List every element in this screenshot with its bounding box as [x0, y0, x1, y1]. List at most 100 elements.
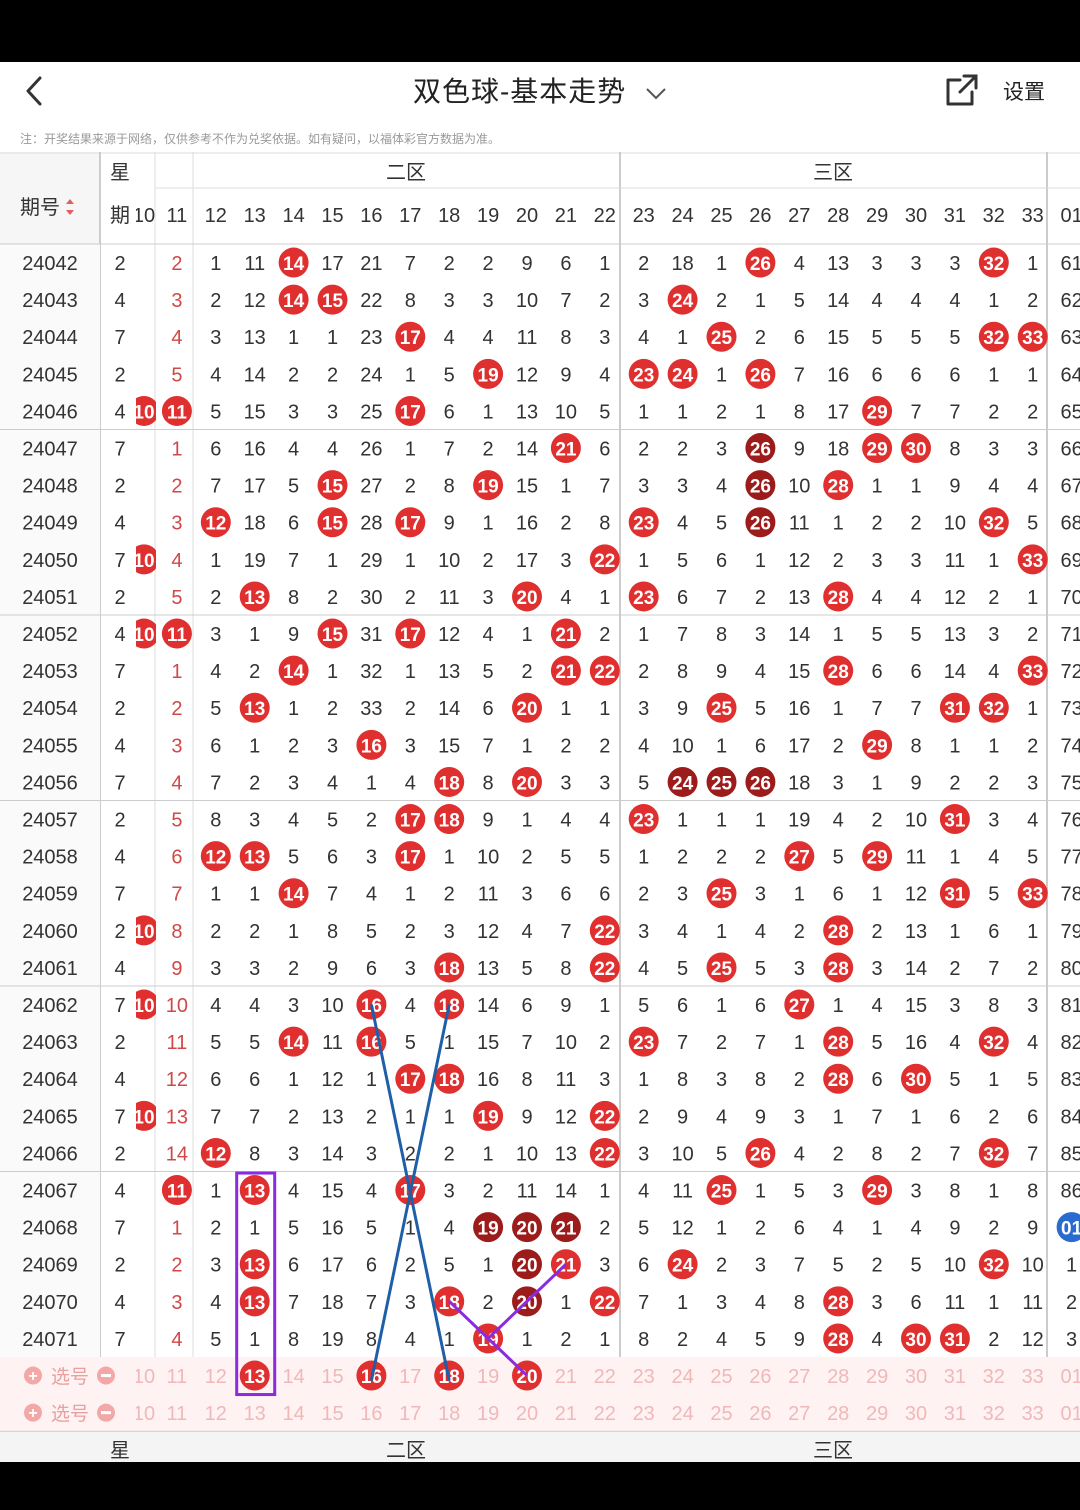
cell-value: 1 — [171, 1218, 182, 1240]
cell-value: 1 — [444, 1106, 455, 1128]
cell-value: 9 — [171, 958, 182, 980]
col-header-11: 11 — [167, 205, 188, 227]
cell-value: 3 — [949, 995, 960, 1017]
cell-value: 1 — [988, 550, 999, 572]
col-header-22: 22 — [594, 205, 616, 227]
cell-value: 5 — [638, 772, 649, 794]
select-option: 25 — [710, 1366, 732, 1388]
cell-value: 6 — [366, 958, 377, 980]
cell-value: 2 — [405, 698, 416, 720]
cell-value: 2 — [988, 1106, 999, 1128]
cell-value: 3 — [599, 327, 610, 349]
select-option: 33 — [1022, 1366, 1044, 1388]
select-option: 32 — [983, 1403, 1005, 1425]
cell-value: 5 — [1027, 847, 1038, 869]
cell-value: 32 — [360, 661, 382, 683]
cell-value: 75 — [1060, 772, 1080, 794]
ball-number: 20 — [516, 699, 537, 720]
ball-number: 24 — [672, 773, 694, 794]
cell-value: 16 — [905, 1032, 927, 1054]
cell-value: 5 — [444, 1255, 455, 1277]
cell-value: 13 — [944, 624, 966, 646]
period-value: 24044 — [22, 327, 78, 349]
weekday-value: 4 — [114, 1069, 125, 1091]
cell-value: 8 — [988, 995, 999, 1017]
period-header: 期号 — [20, 197, 60, 219]
select-option: 20 — [516, 1403, 538, 1425]
cell-value: 1 — [755, 401, 766, 423]
cell-value: 6 — [288, 1255, 299, 1277]
settings-button[interactable]: 设置 — [1003, 76, 1045, 106]
cell-value: 3 — [288, 995, 299, 1017]
cell-value: 4 — [677, 921, 688, 943]
period-value: 24057 — [22, 810, 78, 832]
page-title[interactable]: 双色球-基本走势 — [0, 70, 1080, 110]
cell-value: 19 — [788, 810, 810, 832]
cell-value: 3 — [521, 884, 532, 906]
cell-value: 4 — [755, 1292, 766, 1314]
cell-value: 1 — [677, 327, 688, 349]
cell-value: 3 — [1027, 995, 1038, 1017]
cell-value: 1 — [327, 661, 338, 683]
cell-value: 6 — [988, 921, 999, 943]
cell-value: 4 — [910, 1218, 921, 1240]
cell-value: 11 — [1022, 1292, 1043, 1314]
cell-value: 25 — [360, 401, 382, 423]
ball-number: 28 — [828, 959, 849, 980]
cell-value: 65 — [1060, 401, 1080, 423]
cell-value: 15 — [905, 995, 927, 1017]
weekday-value: 4 — [114, 958, 125, 980]
cell-value: 4 — [872, 587, 883, 609]
select-option: 16 — [360, 1403, 382, 1425]
cell-value: 2 — [599, 735, 610, 757]
cell-value: 4 — [405, 995, 416, 1017]
share-icon[interactable] — [944, 72, 980, 108]
zone3-label: 三区 — [813, 162, 853, 184]
top-bar: 双色球-基本走势 设置 — [0, 62, 1080, 120]
ball-number: 28 — [828, 477, 849, 498]
cell-value: 3 — [171, 735, 182, 757]
ball-number: 29 — [867, 1182, 888, 1203]
cell-value: 3 — [949, 253, 960, 275]
ball-number: 30 — [905, 440, 926, 461]
cell-value: 1 — [327, 550, 338, 572]
select-option: 19 — [477, 1366, 499, 1388]
cell-value: 3 — [910, 550, 921, 572]
col-header-10: 10 — [133, 205, 155, 227]
cell-value: 1 — [638, 624, 649, 646]
cell-value: 17 — [244, 476, 266, 498]
cell-value: 61 — [1060, 253, 1080, 275]
cell-value: 1 — [872, 476, 883, 498]
cell-value: 8 — [794, 401, 805, 423]
weekday-value: 4 — [114, 847, 125, 869]
cell-value: 12 — [438, 624, 460, 646]
cell-value: 5 — [210, 1329, 221, 1351]
cell-value: 14 — [905, 958, 927, 980]
ball-number: 29 — [867, 402, 888, 423]
cell-value: 10 — [1022, 1255, 1044, 1277]
period-value: 24065 — [22, 1106, 78, 1128]
cell-value: 8 — [677, 661, 688, 683]
ball-number: 20 — [516, 1256, 537, 1277]
cell-value: 7 — [210, 476, 221, 498]
period-value: 24060 — [22, 921, 78, 943]
cell-value: 1 — [210, 550, 221, 572]
cell-value: 6 — [794, 327, 805, 349]
cell-value: 2 — [366, 810, 377, 832]
cell-value: 2 — [949, 958, 960, 980]
ball-number: 19 — [478, 1107, 499, 1128]
weekday-value: 2 — [114, 1032, 125, 1054]
cell-value: 18 — [788, 772, 810, 794]
ball-number: 21 — [555, 662, 577, 683]
cell-value: 8 — [560, 958, 571, 980]
cell-value: 21 — [360, 253, 382, 275]
cell-value: 12 — [555, 1106, 577, 1128]
cell-value: 5 — [521, 958, 532, 980]
cell-value: 15 — [788, 661, 810, 683]
cell-value: 5 — [910, 327, 921, 349]
cell-value: 3 — [327, 735, 338, 757]
cell-value: 3 — [988, 810, 999, 832]
weekday-value: 2 — [114, 253, 125, 275]
weekday-value: 4 — [114, 401, 125, 423]
col-header-31: 31 — [944, 205, 966, 227]
